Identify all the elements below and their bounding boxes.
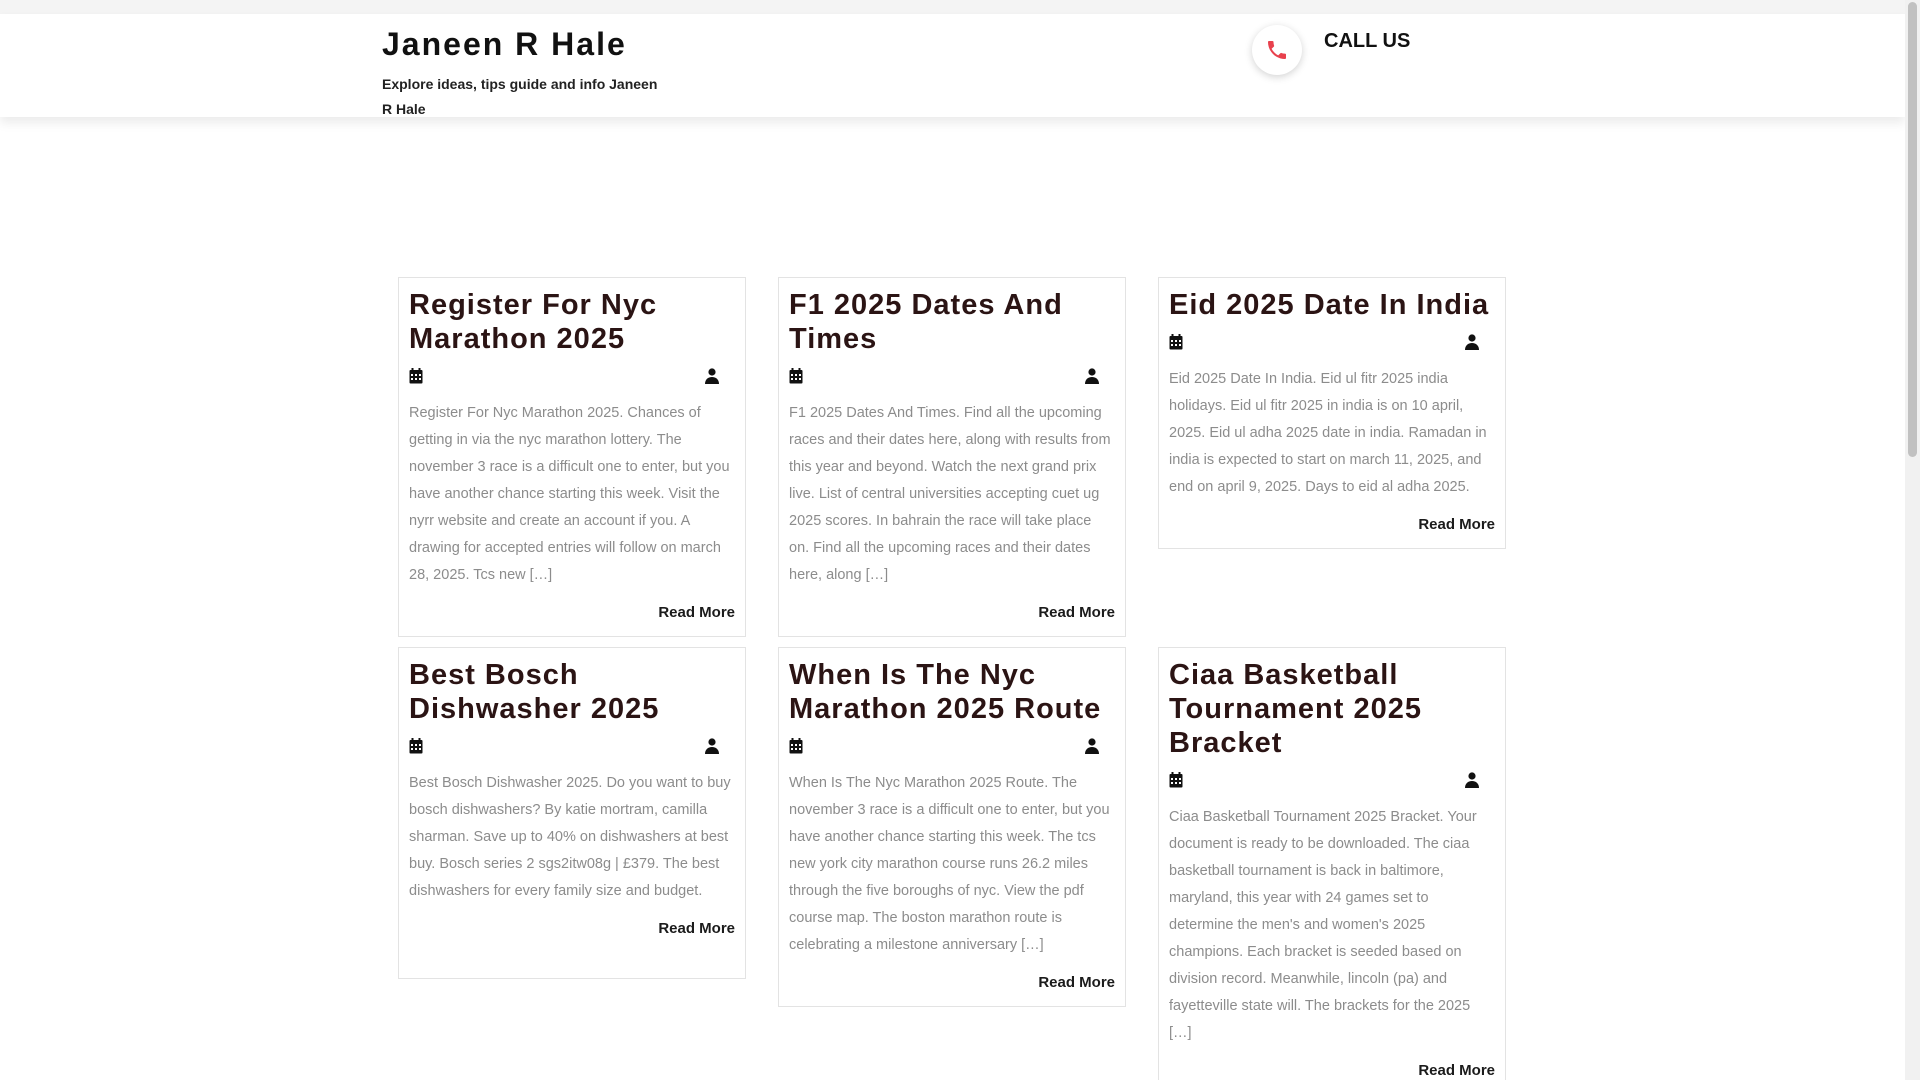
post-excerpt: Ciaa Basketball Tournament 2025 Bracket.… <box>1169 809 1477 1041</box>
vertical-scrollbar[interactable] <box>1905 0 1920 1080</box>
scrollbar-thumb[interactable] <box>1908 2 1917 457</box>
post-card: F1 2025 Dates And Times F1 2025 Dates An… <box>778 277 1126 637</box>
user-icon <box>1085 738 1099 754</box>
user-icon <box>1465 772 1479 788</box>
site-header: Janeen R Hale Explore ideas, tips guide … <box>0 14 1905 117</box>
page: Janeen R Hale Explore ideas, tips guide … <box>0 0 1920 1080</box>
read-more-link[interactable]: Read More <box>789 973 1115 993</box>
post-title[interactable]: Register For Nyc Marathon 2025 <box>409 288 735 356</box>
post-card: Eid 2025 Date In India Eid 2025 Date In … <box>1158 277 1506 549</box>
post-card: Ciaa Basketball Tournament 2025 Bracket … <box>1158 647 1506 1080</box>
read-more-link[interactable]: Read More <box>1169 1061 1495 1080</box>
post-excerpt: Register For Nyc Marathon 2025. Chances … <box>409 405 730 583</box>
post-meta <box>1169 772 1495 788</box>
post-excerpt: F1 2025 Dates And Times. Find all the up… <box>789 405 1111 583</box>
calendar-icon <box>1169 334 1183 350</box>
calendar-icon <box>409 738 423 754</box>
post-meta <box>789 738 1115 754</box>
read-more-link[interactable]: Read More <box>1169 515 1495 535</box>
top-strip <box>0 0 1905 14</box>
post-title[interactable]: When Is The Nyc Marathon 2025 Route <box>789 658 1115 726</box>
call-us-label[interactable]: CALL US <box>1324 28 1410 54</box>
post-meta <box>409 368 735 384</box>
post-meta <box>789 368 1115 384</box>
post-card: When Is The Nyc Marathon 2025 Route When… <box>778 647 1126 1007</box>
calendar-icon <box>789 738 803 754</box>
post-excerpt: When Is The Nyc Marathon 2025 Route. The… <box>789 775 1110 953</box>
phone-icon <box>1268 41 1286 59</box>
call-button[interactable] <box>1252 25 1302 75</box>
site-tagline: Explore ideas, tips guide and info Janee… <box>382 76 658 117</box>
post-meta <box>1169 334 1495 350</box>
calendar-icon <box>409 368 423 384</box>
post-title[interactable]: Ciaa Basketball Tournament 2025 Bracket <box>1169 658 1495 760</box>
calendar-icon <box>789 368 803 384</box>
calendar-icon <box>1169 772 1183 788</box>
read-more-link[interactable]: Read More <box>409 919 735 939</box>
post-title[interactable]: Eid 2025 Date In India <box>1169 288 1495 322</box>
post-card: Register For Nyc Marathon 2025 Register … <box>398 277 746 637</box>
user-icon <box>1085 368 1099 384</box>
read-more-link[interactable]: Read More <box>409 603 735 623</box>
read-more-link[interactable]: Read More <box>789 603 1115 623</box>
user-icon <box>705 368 719 384</box>
user-icon <box>705 738 719 754</box>
post-excerpt: Eid 2025 Date In India. Eid ul fitr 2025… <box>1169 371 1487 495</box>
post-excerpt: Best Bosch Dishwasher 2025. Do you want … <box>409 775 731 899</box>
site-title[interactable]: Janeen R Hale <box>382 24 627 64</box>
user-icon <box>1465 334 1479 350</box>
post-meta <box>409 738 735 754</box>
post-title[interactable]: F1 2025 Dates And Times <box>789 288 1115 356</box>
post-title[interactable]: Best Bosch Dishwasher 2025 <box>409 658 735 726</box>
post-card: Best Bosch Dishwasher 2025 Best Bosch Di… <box>398 647 746 979</box>
